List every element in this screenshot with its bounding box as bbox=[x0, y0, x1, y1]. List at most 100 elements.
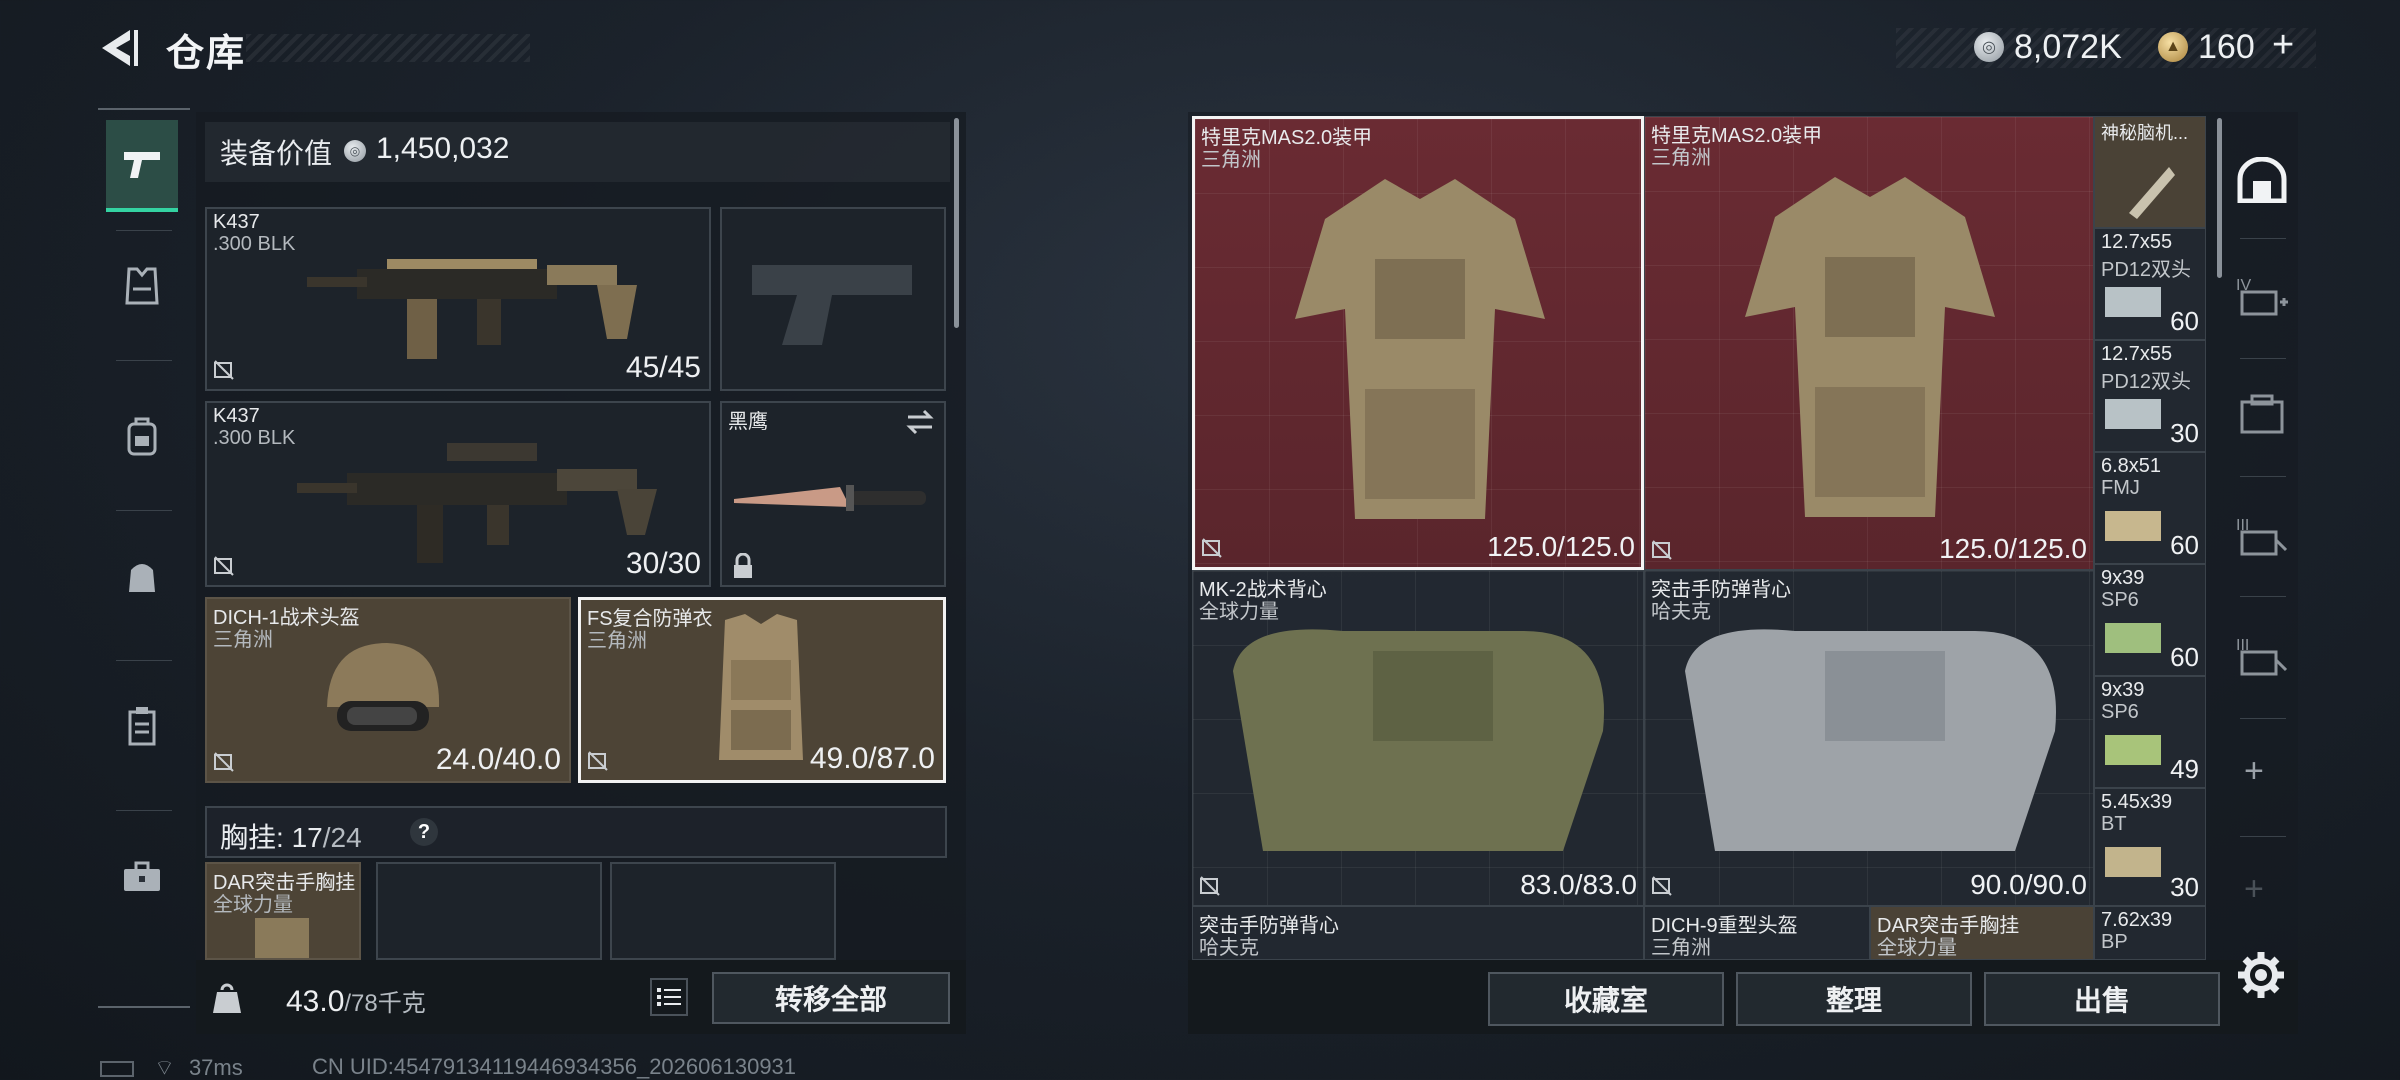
stash-item-ammo[interactable]: 5.45x39 BT 30 bbox=[2094, 788, 2206, 906]
silver-coin-icon: ◎ bbox=[344, 140, 366, 162]
stash-tab-3b[interactable]: III bbox=[2232, 626, 2292, 686]
carry-weight: 43.0/78千克 bbox=[286, 983, 426, 1019]
no-insurance-icon bbox=[1202, 538, 1222, 558]
stash-tab-case[interactable] bbox=[2232, 384, 2292, 444]
ammo-box-image bbox=[2105, 511, 2161, 541]
item-brand: 三角洲 bbox=[1651, 147, 1711, 169]
durability: 49.0/87.0 bbox=[809, 742, 935, 775]
collection-room-button[interactable]: 收藏室 bbox=[1488, 972, 1724, 1026]
swap-icon[interactable] bbox=[904, 409, 936, 435]
stash-item-armor[interactable]: 特里克MAS2.0装甲 三角洲 125.0/125.0 bbox=[1644, 116, 2094, 570]
item-name: 神秘脑机... bbox=[2101, 123, 2189, 143]
no-insurance-icon bbox=[1652, 540, 1672, 560]
primary-weapon-slot[interactable]: K437 .300 BLK 45/45 bbox=[205, 207, 711, 391]
stash-tab-4[interactable]: IV bbox=[2232, 266, 2292, 326]
stash-item-vest[interactable]: MK-2战术背心 全球力量 83.0/83.0 bbox=[1192, 570, 1644, 906]
lock-icon bbox=[734, 553, 752, 578]
stash-item-ammo[interactable]: 12.7x55 PD12双头 60 bbox=[2094, 228, 2206, 340]
durability: 125.0/125.0 bbox=[1939, 533, 2087, 564]
wifi-icon: ⌔ bbox=[154, 1055, 175, 1080]
slot-item-brand: 三角洲 bbox=[213, 629, 273, 651]
help-icon[interactable]: ? bbox=[410, 818, 438, 846]
chest-used: 17 bbox=[291, 822, 323, 853]
stash-item-ammo[interactable]: 12.7x55 PD12双头 30 bbox=[2094, 340, 2206, 452]
add-stash-tab-button[interactable]: + bbox=[2244, 752, 2264, 791]
durability: 24.0/40.0 bbox=[435, 743, 561, 776]
rifle-image bbox=[307, 259, 637, 359]
durability: 125.0/125.0 bbox=[1487, 531, 1635, 562]
chest-rig-label: 胸挂: bbox=[220, 822, 284, 853]
chest-rig-slot-empty[interactable] bbox=[610, 862, 836, 960]
pistol-slot-empty[interactable] bbox=[720, 207, 946, 391]
chest-rig-item[interactable]: DAR突击手胸挂 全球力量 bbox=[205, 862, 361, 960]
ammo-count: 45/45 bbox=[625, 351, 701, 384]
nav-pouch[interactable] bbox=[106, 530, 178, 622]
secondary-weapon-slot[interactable]: K437 .300 BLK 30/30 bbox=[205, 401, 711, 587]
sort-button[interactable]: 整理 bbox=[1736, 972, 1972, 1026]
item-type: PD12双头 bbox=[2101, 259, 2192, 281]
category-nav bbox=[98, 108, 190, 1008]
stash-tab-3[interactable]: III bbox=[2232, 506, 2292, 566]
network-status: ⌔ 37ms bbox=[100, 1054, 243, 1080]
stash-scrollbar[interactable] bbox=[2217, 118, 2222, 278]
nav-weapons[interactable] bbox=[106, 120, 178, 212]
battery-icon bbox=[100, 1061, 134, 1078]
brain-chip-image bbox=[2129, 167, 2175, 219]
add-currency-button[interactable]: + bbox=[2272, 24, 2294, 67]
warehouse-icon bbox=[2237, 157, 2287, 203]
helmet-slot[interactable]: DICH-1战术头盔 三角洲 24.0/40.0 bbox=[205, 597, 571, 783]
sell-button[interactable]: 出售 bbox=[1984, 972, 2220, 1026]
stash-item-ammo[interactable]: 9x39 SP6 49 bbox=[2094, 676, 2206, 788]
backpack-icon bbox=[127, 417, 157, 456]
stash-item-chest-rig[interactable]: DAR突击手胸挂 全球力量 bbox=[1870, 906, 2094, 960]
item-brand: 哈夫克 bbox=[1199, 937, 1259, 959]
user-id: CN UID:4547913411944693435​6_20260613093… bbox=[312, 1054, 797, 1079]
vest-image bbox=[1233, 629, 1604, 851]
stash-home-tab[interactable] bbox=[2232, 150, 2292, 210]
item-name: 12.7x55 bbox=[2101, 343, 2173, 365]
item-brand: 三角洲 bbox=[1651, 937, 1711, 959]
gold-coin-icon: ▲ bbox=[2158, 32, 2188, 62]
item-brand: 三角洲 bbox=[1201, 149, 1261, 171]
chest-rig-slot-empty[interactable] bbox=[376, 862, 602, 960]
stash-item-ammo[interactable]: 9x39 SP6 60 bbox=[2094, 564, 2206, 676]
slot-item-name: K437 bbox=[213, 211, 260, 233]
nav-case[interactable] bbox=[106, 680, 178, 772]
armor-image bbox=[1295, 179, 1545, 519]
weight-icon bbox=[213, 983, 241, 1013]
slot-item-name: K437 bbox=[213, 405, 260, 427]
stack-count: 49 bbox=[2170, 754, 2199, 784]
body-armor-slot[interactable]: FS复合防弹衣 三角洲 49.0/87.0 bbox=[578, 597, 946, 783]
item-name: 9x39 bbox=[2101, 567, 2145, 589]
stash-item-small[interactable]: 神秘脑机... bbox=[2094, 116, 2206, 228]
settings-gear-icon[interactable] bbox=[2236, 950, 2286, 1000]
stash-item-helmet[interactable]: DICH-9重型头盔 三角洲 bbox=[1644, 906, 1870, 960]
knife-image bbox=[734, 485, 926, 511]
loadout-scrollbar[interactable] bbox=[954, 118, 959, 328]
nav-toolbox[interactable] bbox=[106, 830, 178, 922]
back-arrow-icon[interactable] bbox=[96, 26, 140, 70]
stash-item-ammo[interactable]: 6.8x51 FMJ 60 bbox=[2094, 452, 2206, 564]
list-icon bbox=[657, 988, 681, 1006]
transfer-all-button[interactable]: 转移全部 bbox=[712, 972, 950, 1024]
stack-count: 60 bbox=[2170, 530, 2199, 560]
item-type: BT bbox=[2101, 813, 2127, 835]
stash-item-vest[interactable]: 突击手防弹背心 哈夫克 90.0/90.0 bbox=[1644, 570, 2094, 906]
stack-count: 60 bbox=[2170, 642, 2199, 672]
rifle-image bbox=[297, 443, 657, 563]
ping-value: 37ms bbox=[188, 1055, 243, 1080]
stash-item-ammo[interactable]: 7.62x39 BP bbox=[2094, 906, 2206, 960]
nav-backpack[interactable] bbox=[106, 390, 178, 482]
stash-item-armor[interactable]: 特里克MAS2.0装甲 三角洲 125.0/125.0 bbox=[1192, 116, 1644, 570]
melee-slot[interactable]: 黑鹰 bbox=[720, 401, 946, 587]
nav-armor[interactable] bbox=[106, 240, 178, 332]
list-view-button[interactable] bbox=[650, 978, 688, 1016]
item-type: SP6 bbox=[2101, 589, 2139, 611]
case-icon bbox=[128, 707, 156, 746]
stash-item-vest[interactable]: 突击手防弹背心 哈夫克 bbox=[1192, 906, 1644, 960]
equipment-value-label: 装备价值 bbox=[220, 138, 333, 169]
stack-count: 60 bbox=[2170, 306, 2199, 336]
no-insurance-icon bbox=[588, 751, 608, 771]
case-tier3-icon: III bbox=[2236, 517, 2288, 556]
slot-item-name: 黑鹰 bbox=[728, 411, 768, 433]
